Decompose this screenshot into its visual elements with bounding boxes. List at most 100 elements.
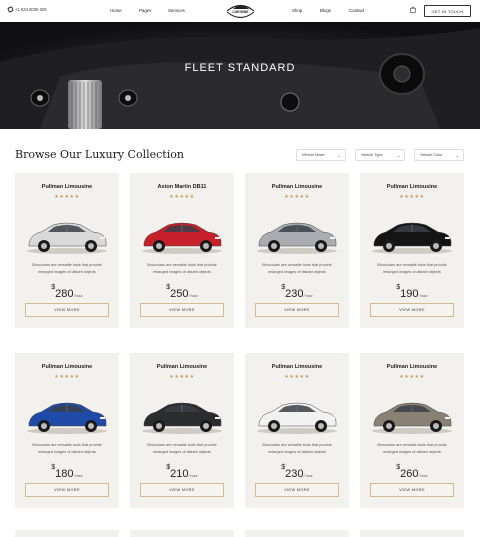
- price-unit: / hour: [188, 294, 198, 298]
- rating-stars: ★★★★★: [169, 374, 195, 380]
- vehicle-card: Aston Martin DB11 ★★★★★ Binoculars are v…: [130, 173, 234, 328]
- rating-stars: ★★★★★: [54, 194, 80, 200]
- rating-stars: ★★★★★: [54, 374, 80, 380]
- vehicle-description: Binoculars are versatile tools that prov…: [368, 262, 456, 276]
- description-line: Binoculars are versatile tools that prov…: [262, 263, 332, 267]
- price-unit: / hour: [73, 294, 83, 298]
- view-more-button[interactable]: VIEW MORE: [25, 483, 109, 497]
- hero-car-image: [0, 22, 480, 129]
- vehicle-make-select[interactable]: Vehicle Make ⌄: [296, 149, 346, 161]
- description-line: enlarged images of distant objects: [383, 270, 441, 274]
- description-line: enlarged images of distant objects: [268, 450, 326, 454]
- vehicle-image: [372, 402, 452, 434]
- description-line: Binoculars are versatile tools that prov…: [147, 443, 217, 447]
- vehicle-type-label: Vehicle Type: [361, 153, 383, 157]
- nav-home[interactable]: Home: [110, 8, 122, 13]
- price-amount: 230: [285, 288, 304, 300]
- vehicle-price: $190/ hour: [360, 284, 464, 302]
- vehicle-card: Pullman Limousine ★★★★★ Binoculars are v…: [245, 353, 349, 508]
- price-unit: / hour: [303, 474, 313, 478]
- vehicle-image: [27, 222, 107, 254]
- vehicle-color-select[interactable]: Vehicle Color ⌄: [414, 149, 464, 161]
- chevron-down-icon: ⌄: [396, 153, 400, 158]
- price-unit: / hour: [73, 474, 83, 478]
- vehicle-type-select[interactable]: Vehicle Type ⌄: [355, 149, 405, 161]
- view-more-button[interactable]: VIEW MORE: [140, 483, 224, 497]
- phone-contact[interactable]: +1 534 6035 325: [7, 6, 47, 13]
- vehicle-title: Pullman Limousine: [41, 364, 93, 370]
- vehicle-title: Pullman Limousine: [271, 364, 323, 370]
- top-header: +1 534 6035 325 Home Pages Services LIMO…: [0, 0, 480, 22]
- view-more-button[interactable]: VIEW MORE: [370, 303, 454, 317]
- view-more-button[interactable]: VIEW MORE: [140, 303, 224, 317]
- price-amount: 230: [285, 468, 304, 480]
- vehicle-image: [142, 222, 222, 254]
- phone-number: +1 534 6035 325: [15, 7, 47, 12]
- vehicle-card: Pullman Limousine ★★★★★ Binoculars are v…: [15, 353, 119, 508]
- description-line: enlarged images of distant objects: [268, 270, 326, 274]
- description-line: Binoculars are versatile tools that prov…: [377, 443, 447, 447]
- vehicle-card: Pullman Limousine ★★★★★ Binoculars are v…: [130, 353, 234, 508]
- price-amount: 260: [400, 468, 419, 480]
- vehicle-price: $280/ hour: [15, 284, 119, 302]
- nav-shop[interactable]: Shop: [292, 8, 302, 13]
- nav-services[interactable]: Services: [168, 8, 185, 13]
- description-line: enlarged images of distant objects: [383, 450, 441, 454]
- description-line: enlarged images of distant objects: [153, 450, 211, 454]
- view-more-button[interactable]: VIEW MORE: [255, 483, 339, 497]
- vehicle-card: Pullman Limousine ★★★★★ Binoculars are v…: [245, 173, 349, 328]
- vehicle-image: [257, 402, 337, 434]
- vehicle-price: $180/ hour: [15, 464, 119, 482]
- view-more-button[interactable]: VIEW MORE: [25, 303, 109, 317]
- description-line: enlarged images of distant objects: [38, 270, 96, 274]
- vehicle-description: Binoculars are versatile tools that prov…: [23, 442, 111, 456]
- vehicle-image: [142, 402, 222, 434]
- hero-title: FLEET STANDARD: [184, 62, 296, 74]
- rating-stars: ★★★★★: [399, 194, 425, 200]
- vehicle-description: Binoculars are versatile tools that prov…: [138, 442, 226, 456]
- logo[interactable]: LIMOSINE: [224, 0, 257, 22]
- cart-icon[interactable]: [410, 6, 416, 13]
- vehicle-title: Pullman Limousine: [156, 364, 208, 370]
- view-more-button[interactable]: VIEW MORE: [255, 303, 339, 317]
- vehicle-image: [27, 402, 107, 434]
- vehicle-color-label: Vehicle Color: [420, 153, 443, 157]
- vehicle-price: $230/ hour: [245, 284, 349, 302]
- nav-contact[interactable]: Contact: [349, 8, 364, 13]
- vehicle-card: Pullman Limousine ★★★★★ Binoculars are v…: [15, 173, 119, 328]
- description-line: Binoculars are versatile tools that prov…: [262, 443, 332, 447]
- price-amount: 250: [170, 288, 189, 300]
- vehicle-price: $210/ hour: [130, 464, 234, 482]
- description-line: Binoculars are versatile tools that prov…: [147, 263, 217, 267]
- view-more-button[interactable]: VIEW MORE: [370, 483, 454, 497]
- vehicle-price: $230/ hour: [245, 464, 349, 482]
- description-line: Binoculars are versatile tools that prov…: [377, 263, 447, 267]
- price-amount: 190: [400, 288, 419, 300]
- nav-pages[interactable]: Pages: [139, 8, 151, 13]
- price-amount: 180: [55, 468, 74, 480]
- collection-title: Browse Our Luxury Collection: [15, 148, 184, 161]
- vehicle-title: Pullman Limousine: [271, 184, 323, 190]
- rating-stars: ★★★★★: [169, 194, 195, 200]
- logo-text: LIMOSINE: [233, 10, 250, 14]
- nav-blogs[interactable]: Blogs: [320, 8, 331, 13]
- get-in-touch-button[interactable]: GET IN TOUCH: [424, 5, 471, 17]
- vehicle-image: [257, 222, 337, 254]
- description-line: Binoculars are versatile tools that prov…: [32, 443, 102, 447]
- vehicle-title: Aston Martin DB11: [157, 184, 207, 190]
- vehicle-description: Binoculars are versatile tools that prov…: [253, 262, 341, 276]
- vehicle-price: $260/ hour: [360, 464, 464, 482]
- chevron-down-icon: ⌄: [337, 153, 341, 158]
- description-line: Binoculars are versatile tools that prov…: [32, 263, 102, 267]
- vehicle-description: Binoculars are versatile tools that prov…: [138, 262, 226, 276]
- vehicle-title: Pullman Limousine: [386, 184, 438, 190]
- vehicle-make-label: Vehicle Make: [302, 153, 325, 157]
- rating-stars: ★★★★★: [399, 374, 425, 380]
- price-unit: / hour: [418, 294, 428, 298]
- hero-banner: FLEET STANDARD: [0, 22, 480, 129]
- vehicle-card: Pullman Limousine ★★★★★ Binoculars are v…: [360, 353, 464, 508]
- price-amount: 210: [170, 468, 189, 480]
- description-line: enlarged images of distant objects: [38, 450, 96, 454]
- next-row-peek: [0, 530, 480, 537]
- vehicle-description: Binoculars are versatile tools that prov…: [253, 442, 341, 456]
